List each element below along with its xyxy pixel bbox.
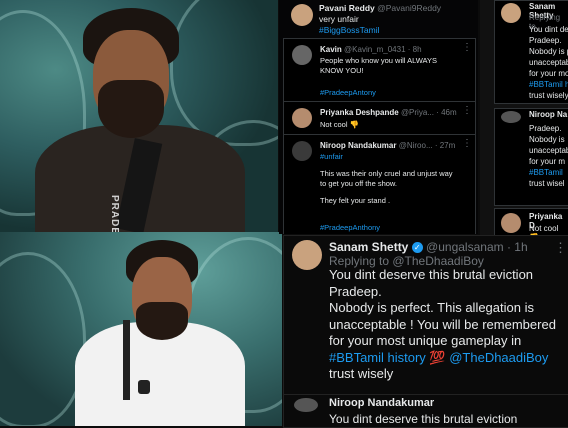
tweet-text: Nobody is perfect. This allegation is [529, 47, 568, 56]
tweet-handle: @Niroo... · 27m [398, 141, 456, 150]
tweet-text: Pradeep. [529, 36, 562, 45]
tweet-thread-panel: Pavani Reddy @Pavani9Reddy very unfair #… [279, 0, 478, 234]
tweet-author[interactable]: Priyanka Deshpande [320, 108, 399, 117]
tweet-text: trust wisely [529, 91, 568, 100]
tweet-author[interactable]: Pavani Reddy [319, 3, 375, 13]
tweet-card[interactable]: Priyanka D Not cool 👎 [494, 208, 568, 236]
tweet-text: #BBTamil [529, 168, 563, 177]
tweet-text: trust wisely [329, 366, 394, 381]
tweet-text: You dint deserve this brutal eviction [329, 412, 518, 426]
avatar [292, 45, 312, 65]
tweet-text: People who know you will ALWAYS [320, 56, 438, 65]
avatar [501, 111, 521, 123]
tweet-card[interactable]: Niroop Nandakumar You dint deserve this … [283, 394, 568, 428]
tweet-card[interactable]: Kavin @Kavin_m_0431 · 8h ⋮ People who kn… [283, 38, 476, 102]
backdrop-petal [0, 252, 86, 426]
tweet-card[interactable]: Niroop Nandakumar @Niroo... · 27m ⋮ #unf… [283, 134, 476, 234]
verified-badge-icon: ✓ [411, 242, 423, 254]
tweet-text: #BBTamil history 💯 @TheDhaadiBoy [329, 349, 549, 365]
avatar [292, 240, 322, 270]
tweet-text: very unfair [319, 14, 359, 24]
tweet-handle: @Pavani9Reddy [377, 3, 442, 13]
contestant-photo-bottom [0, 232, 282, 426]
hashtag[interactable]: #unfair [320, 152, 343, 161]
avatar [292, 141, 312, 161]
tweet-card[interactable]: Priyanka Deshpande @Priya... · 46m ⋮ Not… [283, 101, 476, 135]
tweet-handle: @Kavin_m_0431 · 8h [344, 45, 422, 54]
tweet-handle: @Priya... · 46m [400, 108, 457, 117]
hashtag[interactable]: #BiggBossTamil [319, 25, 379, 35]
tweet-text: This was their only cruel and unjust way [320, 169, 453, 178]
tweet-card[interactable]: Niroop Na Pradeep. Nobody is unacceptab … [494, 108, 568, 206]
tweet-text: trust wisel [529, 179, 565, 188]
tweet-text: Pradeep. [329, 283, 382, 299]
contestant-photo-top: PRADE [0, 0, 278, 232]
tweet-text: #BBTamil history 💯 @TheDhaadiBoy [529, 80, 568, 89]
hashtag[interactable]: #PradeepAnthony [320, 223, 380, 232]
tweet-author[interactable]: Sanam Shetty [329, 240, 408, 254]
more-options-icon[interactable]: ⋮ [462, 105, 472, 116]
tweet-text: to get you off the show. [320, 179, 397, 188]
tweet-author[interactable]: Niroop Nandakumar [320, 141, 396, 150]
tweet-card[interactable]: Sanam Shetty Replying to You dint deserv… [494, 0, 568, 104]
tweet-text: They felt your stand . [320, 196, 391, 205]
avatar [294, 398, 318, 412]
shirt-text: PRADE [109, 195, 120, 232]
tweet-author[interactable]: Niroop Na [529, 110, 567, 119]
tweet-text: for your m [529, 157, 566, 166]
tweet-text: unacceptab [529, 146, 568, 155]
tweet-text: unacceptable ! You will be remembered [529, 58, 568, 67]
tweet-text: Pradeep. [529, 124, 562, 133]
tweet-handle: @ungalsanam · 1h [426, 240, 528, 254]
avatar [501, 3, 521, 23]
avatar [291, 4, 313, 26]
avatar [501, 213, 521, 233]
more-options-icon[interactable]: ⋮ [462, 138, 472, 149]
tweet-text: Nobody is perfect. This allegation is [329, 300, 534, 315]
hashtag[interactable]: #PradeepAntony [320, 88, 376, 97]
tweet-body: You dint deserve this brutal eviction Pr… [329, 267, 561, 383]
more-options-icon[interactable]: ⋮ [554, 240, 567, 256]
tweet-author[interactable]: Kavin [320, 45, 342, 54]
reply-context: Replying to @TheDhaadiBoy [329, 254, 484, 268]
tweet-text: You dint deserve this brutal eviction [529, 25, 568, 34]
tweet-author[interactable]: Niroop Nandakumar [329, 397, 434, 409]
tweet-text: Not cool 👎 [320, 120, 359, 129]
tweet-text: for your most unique gameplay in [329, 333, 522, 348]
tweet-thread-panel-right: Sanam Shetty Replying to You dint deserv… [480, 0, 568, 236]
tweet-text: for your most unique gameplay in [529, 69, 568, 78]
replying-label: Replying to @TheDhaadiBoy [329, 254, 484, 268]
tweet-card[interactable]: Pavani Reddy @Pavani9Reddy very unfair #… [283, 0, 474, 38]
tweet-text: Nobody is [529, 135, 565, 144]
avatar [292, 108, 312, 128]
tweet-text: You dint deserve this brutal eviction [329, 267, 534, 282]
tweet-text: KNOW YOU! [320, 66, 364, 75]
tweet-text: unacceptable ! You will be remembered [329, 316, 556, 332]
more-options-icon[interactable]: ⋮ [462, 42, 472, 53]
highlighted-tweet[interactable]: Sanam Shetty ✓ @ungalsanam · 1h ⋮ Replyi… [283, 235, 568, 395]
